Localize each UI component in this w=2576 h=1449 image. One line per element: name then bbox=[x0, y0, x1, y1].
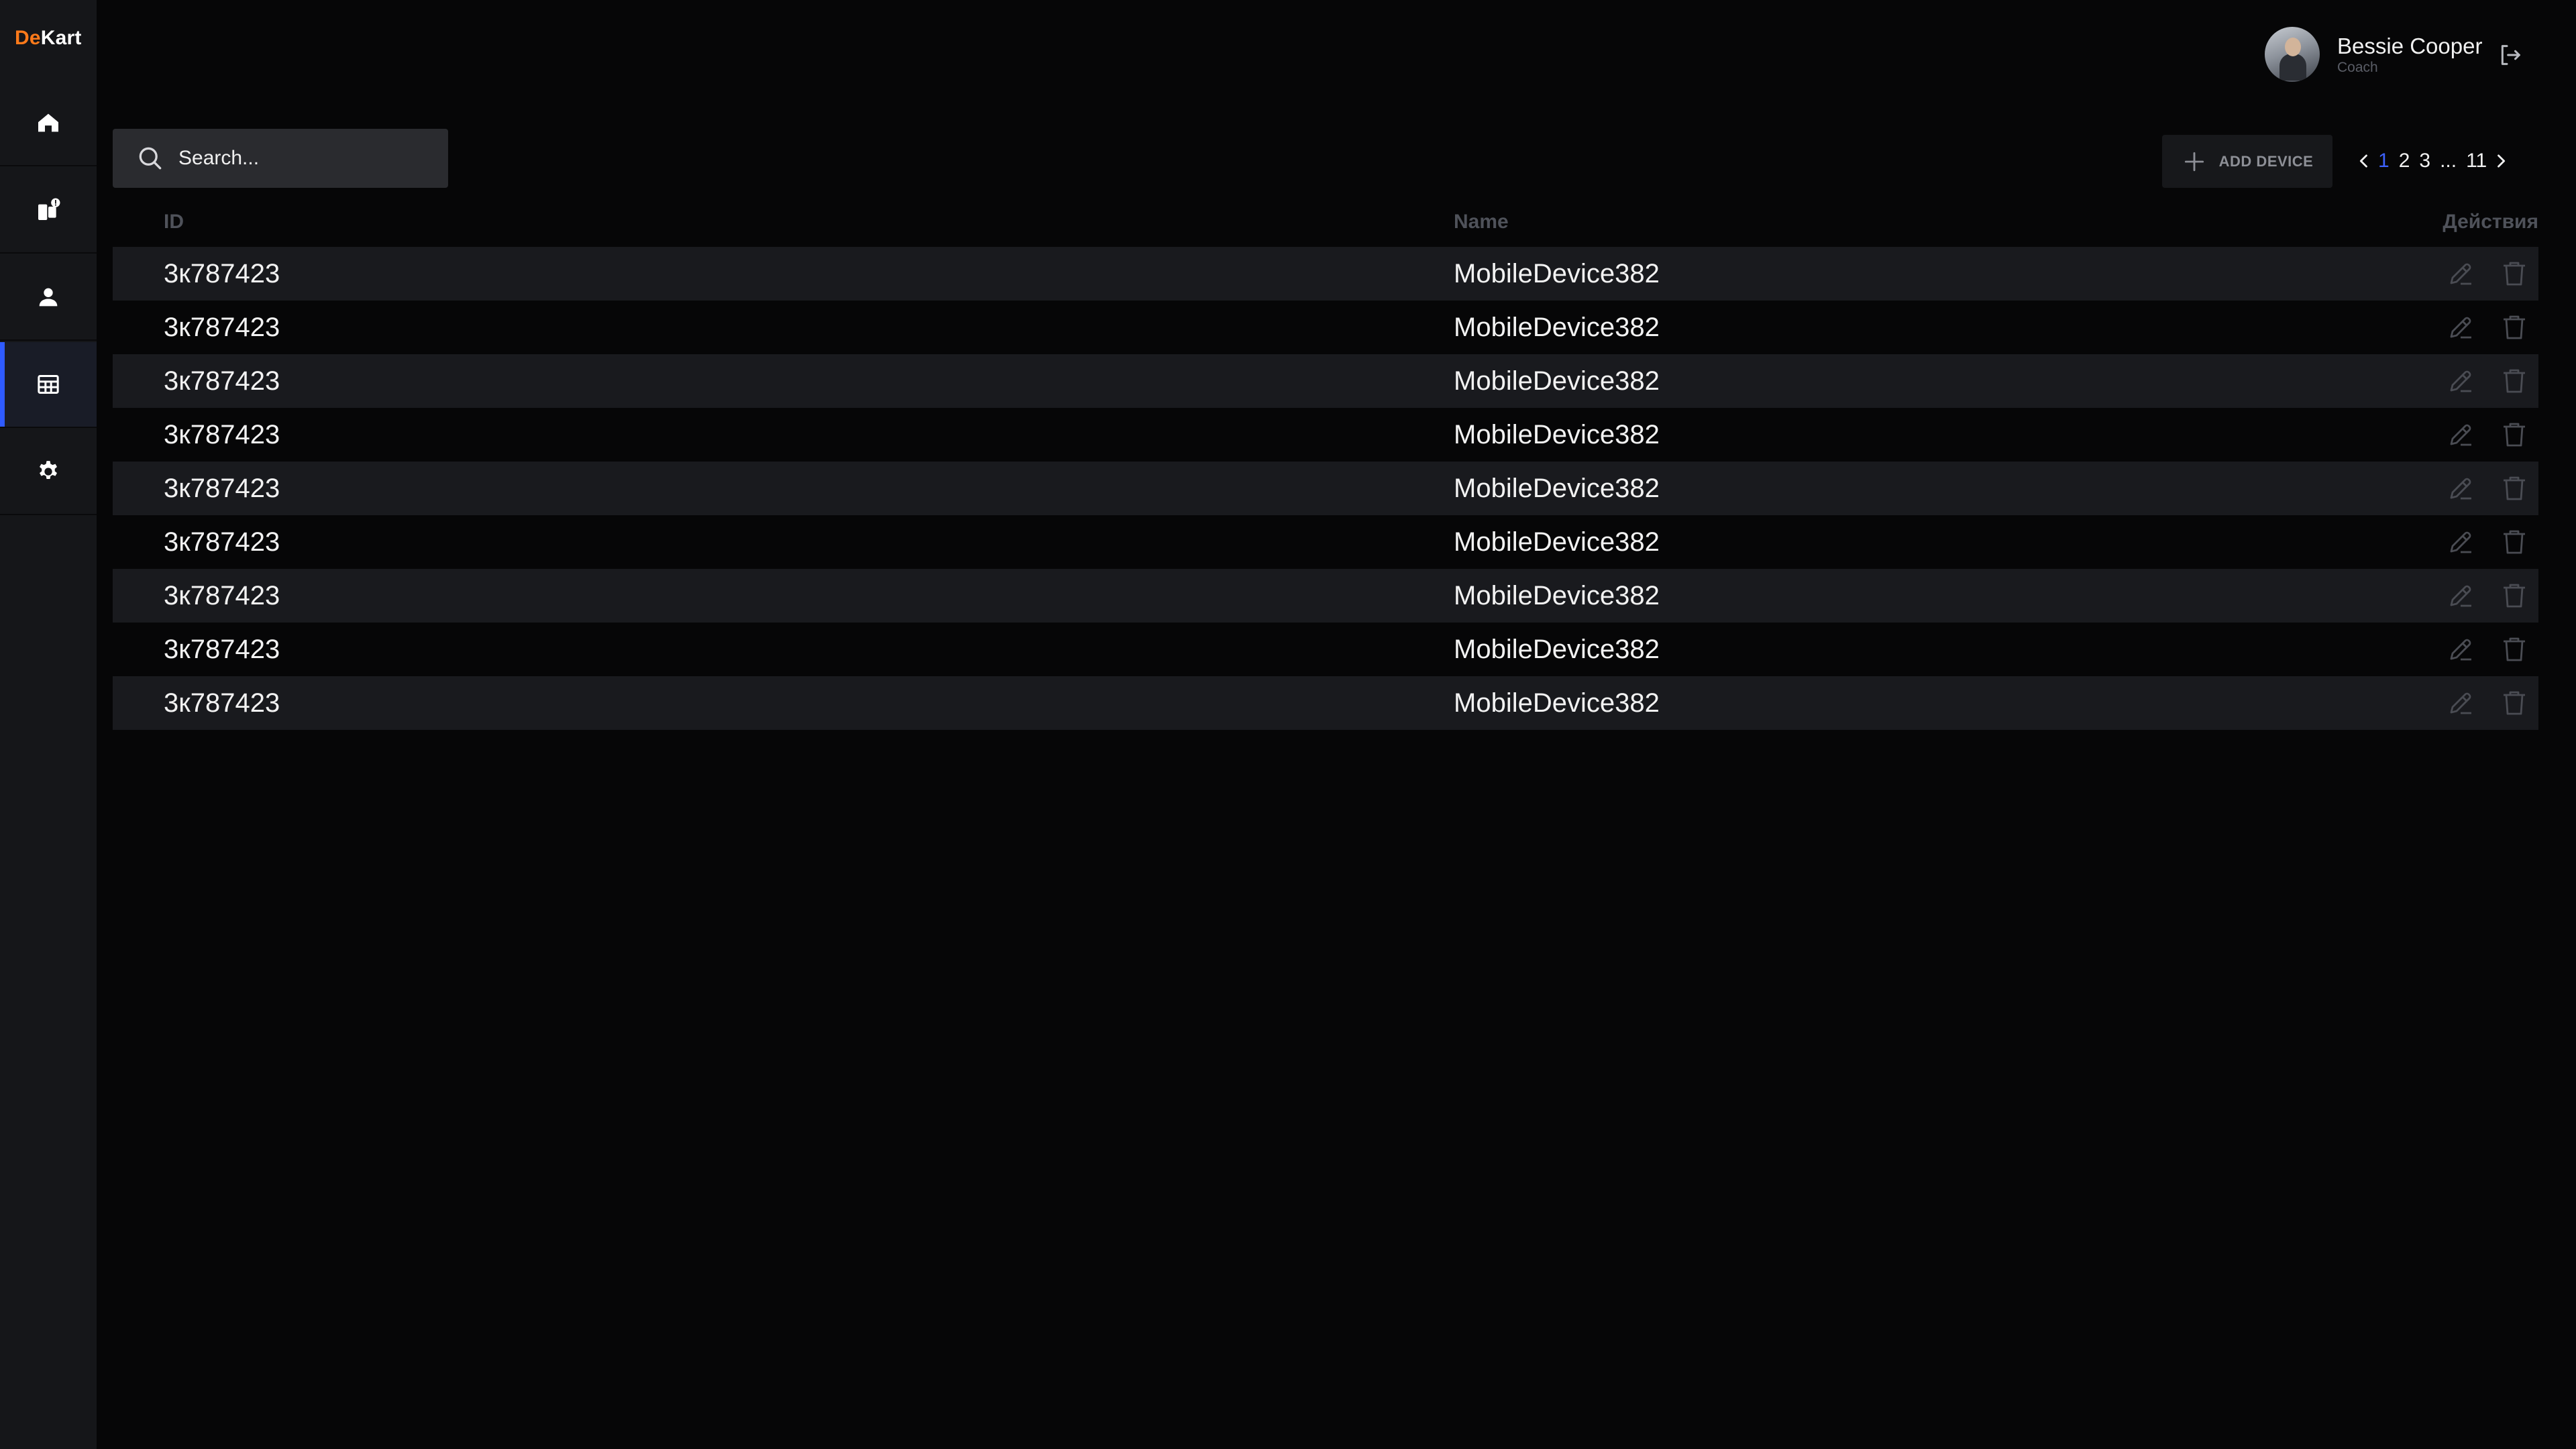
cell-name: MobileDevice382 bbox=[1454, 688, 1660, 718]
search-icon bbox=[139, 147, 162, 170]
cell-id: 3к787423 bbox=[164, 688, 280, 718]
table-row[interactable]: 3к787423 MobileDevice382 bbox=[113, 569, 2538, 623]
cell-id: 3к787423 bbox=[164, 474, 280, 503]
search-box[interactable] bbox=[113, 129, 448, 188]
cell-name: MobileDevice382 bbox=[1454, 635, 1660, 664]
user-profile[interactable]: Bessie Cooper Coach bbox=[2265, 27, 2482, 82]
user-role: Coach bbox=[2337, 60, 2378, 75]
table-row[interactable]: 3к787423 MobileDevice382 bbox=[113, 676, 2538, 730]
table-row[interactable]: 3к787423 MobileDevice382 bbox=[113, 623, 2538, 676]
cell-id: 3к787423 bbox=[164, 366, 280, 396]
trash-icon[interactable] bbox=[2498, 472, 2530, 504]
device-table: 3к787423 MobileDevice382 3к787423 Mobile… bbox=[113, 247, 2538, 730]
user-info: Bessie Cooper Coach bbox=[2337, 33, 2482, 76]
sidebar-item-settings[interactable] bbox=[0, 429, 97, 515]
home-icon bbox=[38, 113, 58, 132]
cell-id: 3к787423 bbox=[164, 635, 280, 664]
edit-icon[interactable] bbox=[2445, 472, 2477, 504]
edit-icon[interactable] bbox=[2445, 258, 2477, 290]
user-name: Bessie Cooper bbox=[2337, 34, 2483, 58]
logout-icon[interactable] bbox=[2497, 42, 2524, 68]
user-icon bbox=[39, 288, 58, 307]
brand-logo-part1: De bbox=[15, 27, 41, 49]
column-header-actions: Действия bbox=[2443, 211, 2538, 233]
edit-icon[interactable] bbox=[2445, 580, 2477, 612]
sidebar-item-users[interactable] bbox=[0, 255, 97, 341]
page-1[interactable]: 1 bbox=[2373, 150, 2394, 172]
page-11[interactable]: 11 bbox=[2461, 150, 2491, 172]
chevron-left-icon[interactable] bbox=[2355, 152, 2373, 170]
table-row[interactable]: 3к787423 MobileDevice382 bbox=[113, 408, 2538, 462]
cell-name: MobileDevice382 bbox=[1454, 259, 1660, 288]
avatar[interactable] bbox=[2265, 27, 2320, 82]
brand-logo-part2: Kart bbox=[40, 27, 82, 49]
edit-icon[interactable] bbox=[2445, 633, 2477, 665]
cell-id: 3к787423 bbox=[164, 259, 280, 288]
table-icon bbox=[38, 375, 59, 394]
cell-id: 3к787423 bbox=[164, 420, 280, 449]
table-row[interactable]: 3к787423 MobileDevice382 bbox=[113, 301, 2538, 354]
column-header-name[interactable]: Name bbox=[1454, 211, 1509, 233]
edit-icon[interactable] bbox=[2445, 419, 2477, 451]
trash-icon[interactable] bbox=[2498, 311, 2530, 343]
table-row[interactable]: 3к787423 MobileDevice382 bbox=[113, 247, 2538, 301]
edit-icon[interactable] bbox=[2445, 687, 2477, 719]
cell-id: 3к787423 bbox=[164, 527, 280, 557]
brand-logo[interactable]: DeKart bbox=[15, 27, 82, 50]
cell-id: 3к787423 bbox=[164, 581, 280, 610]
cell-name: MobileDevice382 bbox=[1454, 313, 1660, 342]
add-device-button[interactable]: ADD DEVICE bbox=[2162, 135, 2332, 188]
trash-icon[interactable] bbox=[2498, 526, 2530, 558]
page-2[interactable]: 2 bbox=[2394, 150, 2415, 172]
cell-id: 3к787423 bbox=[164, 313, 280, 342]
edit-icon[interactable] bbox=[2445, 311, 2477, 343]
page-ellipsis: ... bbox=[2440, 150, 2457, 172]
add-device-label: ADD DEVICE bbox=[2218, 152, 2314, 170]
gear-icon bbox=[40, 461, 57, 479]
trash-icon[interactable] bbox=[2498, 419, 2530, 451]
cell-name: MobileDevice382 bbox=[1454, 420, 1660, 449]
trash-icon[interactable] bbox=[2498, 633, 2530, 665]
sidebar: DeKart bbox=[0, 0, 97, 1449]
sidebar-item-table[interactable] bbox=[0, 342, 97, 428]
pagination: 1 2 3 ... 11 bbox=[2355, 146, 2510, 176]
edit-icon[interactable] bbox=[2445, 365, 2477, 397]
table-row[interactable]: 3к787423 MobileDevice382 bbox=[113, 354, 2538, 408]
table-header: ID Name Действия bbox=[113, 211, 2538, 239]
table-row[interactable]: 3к787423 MobileDevice382 bbox=[113, 515, 2538, 569]
edit-icon[interactable] bbox=[2445, 526, 2477, 558]
trash-icon[interactable] bbox=[2498, 258, 2530, 290]
trash-icon[interactable] bbox=[2498, 580, 2530, 612]
sidebar-item-home[interactable] bbox=[0, 80, 97, 166]
trash-icon[interactable] bbox=[2498, 687, 2530, 719]
sidebar-item-devices[interactable] bbox=[0, 168, 97, 254]
search-input[interactable] bbox=[178, 147, 433, 170]
page-3[interactable]: 3 bbox=[2414, 150, 2435, 172]
trash-icon[interactable] bbox=[2498, 365, 2530, 397]
cell-name: MobileDevice382 bbox=[1454, 581, 1660, 610]
table-row[interactable]: 3к787423 MobileDevice382 bbox=[113, 462, 2538, 515]
column-header-id[interactable]: ID bbox=[164, 211, 184, 233]
chevron-right-icon[interactable] bbox=[2491, 152, 2510, 170]
plus-icon bbox=[2184, 152, 2204, 171]
cell-name: MobileDevice382 bbox=[1454, 474, 1660, 503]
devices-badge-icon bbox=[38, 198, 60, 220]
cell-name: MobileDevice382 bbox=[1454, 527, 1660, 557]
cell-name: MobileDevice382 bbox=[1454, 366, 1660, 396]
